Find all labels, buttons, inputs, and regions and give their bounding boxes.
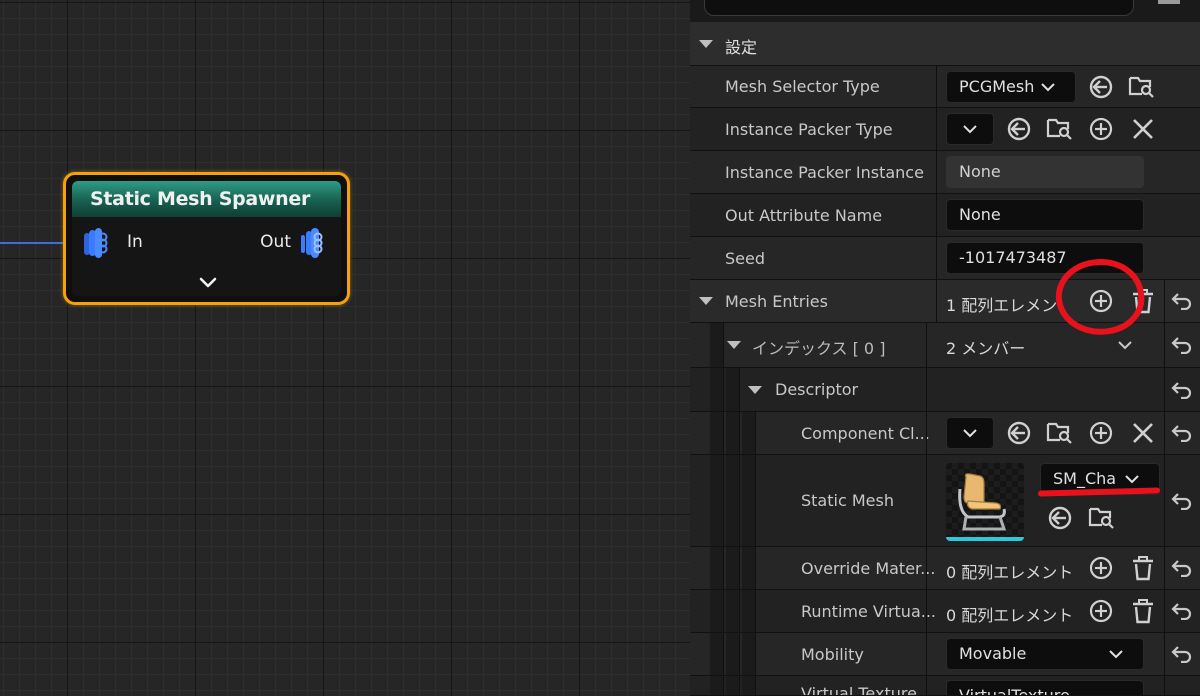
- trash-icon[interactable]: [1130, 598, 1156, 624]
- virtual-texture-value: VirtualTexture: [959, 686, 1070, 696]
- component-class-combo[interactable]: [946, 417, 994, 449]
- mesh-selector-type-value: PCGMesh: [959, 77, 1035, 96]
- runtime-virtual-label: Runtime Virtua...: [801, 602, 937, 621]
- chevron-down-icon: [1125, 475, 1139, 484]
- node-header[interactable]: Static Mesh Spawner: [72, 181, 341, 217]
- browse-folder-icon[interactable]: [1128, 72, 1154, 98]
- add-icon[interactable]: [1088, 116, 1114, 142]
- use-selected-icon[interactable]: [1047, 505, 1073, 531]
- instance-packer-type-combo[interactable]: [946, 113, 994, 145]
- use-selected-icon[interactable]: [1088, 74, 1114, 100]
- override-materials-label: Override Mater...: [801, 559, 936, 578]
- mesh-selector-type-label: Mesh Selector Type: [725, 77, 880, 96]
- reset-arrow-icon[interactable]: [1171, 492, 1193, 510]
- reset-arrow-icon[interactable]: [1171, 292, 1193, 310]
- use-selected-icon[interactable]: [1006, 116, 1032, 142]
- asset-type-bar: [946, 537, 1024, 541]
- reset-arrow-icon[interactable]: [1171, 381, 1193, 399]
- search-input[interactable]: [704, 0, 1134, 16]
- node-title: Static Mesh Spawner: [90, 188, 311, 210]
- out-attribute-name-input[interactable]: None: [946, 199, 1144, 231]
- descriptor-label: Descriptor: [775, 380, 859, 399]
- reset-arrow-icon[interactable]: [1171, 602, 1193, 620]
- row-component-class: Component Cl...: [690, 412, 1200, 455]
- chevron-down-icon[interactable]: [198, 275, 218, 291]
- collapse-triangle-icon[interactable]: [699, 40, 713, 48]
- out-attribute-name-label: Out Attribute Name: [725, 206, 883, 225]
- details-panel: 設定 Mesh Selector Type PCGMesh Instance P…: [690, 0, 1200, 696]
- virtual-texture-label: Virtual Texture: [801, 684, 917, 696]
- add-element-icon[interactable]: [1088, 598, 1114, 624]
- runtime-virtual-count: 0 配列エレメント: [946, 606, 1074, 625]
- mesh-entries-label: Mesh Entries: [725, 292, 828, 311]
- add-icon[interactable]: [1088, 420, 1114, 446]
- instance-packer-type-label: Instance Packer Type: [725, 120, 893, 139]
- browse-folder-icon[interactable]: [1046, 418, 1072, 444]
- reset-arrow-icon[interactable]: [1171, 559, 1193, 577]
- index-0-members: 2 メンバー: [946, 339, 1026, 358]
- section-title: 設定: [725, 38, 758, 57]
- row-virtual-texture: Virtual Texture VirtualTexture: [690, 676, 1200, 696]
- reset-arrow-icon[interactable]: [1171, 336, 1193, 354]
- component-class-label: Component Cl...: [801, 424, 930, 443]
- chair-icon: [958, 473, 1007, 531]
- row-instance-packer-type: Instance Packer Type: [690, 108, 1200, 151]
- mobility-value: Movable: [959, 644, 1027, 663]
- section-settings[interactable]: 設定: [690, 22, 1200, 66]
- instance-packer-instance-label: Instance Packer Instance: [725, 163, 924, 182]
- input-pin-label: In: [127, 232, 143, 252]
- override-materials-count: 0 配列エレメント: [946, 563, 1074, 582]
- search-strip: [690, 0, 1200, 24]
- reset-arrow-icon[interactable]: [1171, 645, 1193, 663]
- row-instance-packer-instance: Instance Packer Instance None: [690, 151, 1200, 194]
- input-pin-icon[interactable]: [82, 227, 110, 259]
- row-mesh-selector-type: Mesh Selector Type PCGMesh: [690, 66, 1200, 108]
- chevron-down-icon: [963, 429, 977, 438]
- mesh-selector-type-combo[interactable]: PCGMesh: [946, 71, 1076, 103]
- index-0-label: インデックス [ 0 ]: [752, 339, 886, 358]
- browse-folder-icon[interactable]: [1088, 503, 1114, 529]
- instance-packer-instance-field: None: [946, 156, 1144, 188]
- clear-icon[interactable]: [1130, 420, 1156, 446]
- virtual-texture-combo[interactable]: VirtualTexture: [946, 680, 1144, 696]
- mobility-label: Mobility: [801, 645, 864, 664]
- trash-icon[interactable]: [1130, 555, 1156, 581]
- seed-label: Seed: [725, 249, 765, 268]
- static-mesh-value: SM_Cha: [1053, 469, 1117, 488]
- chevron-down-icon[interactable]: [1118, 341, 1132, 350]
- add-element-icon[interactable]: [1088, 555, 1114, 581]
- menu-icon[interactable]: [1158, 0, 1180, 4]
- collapse-triangle-icon[interactable]: [699, 297, 713, 305]
- chevron-down-icon: [1109, 650, 1123, 659]
- chevron-down-icon: [1041, 83, 1055, 92]
- row-mobility: Mobility Movable: [690, 633, 1200, 676]
- static-mesh-thumbnail[interactable]: [946, 463, 1024, 541]
- mobility-combo[interactable]: Movable: [946, 638, 1144, 670]
- graph-canvas[interactable]: Static Mesh Spawner In Out: [0, 0, 690, 696]
- collapse-triangle-icon[interactable]: [727, 341, 741, 349]
- static-mesh-spawner-node[interactable]: Static Mesh Spawner In Out: [63, 172, 350, 305]
- browse-folder-icon[interactable]: [1046, 114, 1072, 140]
- collapse-triangle-icon[interactable]: [748, 386, 762, 394]
- output-pin-label: Out: [260, 232, 291, 252]
- clear-icon[interactable]: [1130, 116, 1156, 142]
- row-static-mesh: Static Mesh SM_Cha: [690, 455, 1200, 547]
- row-runtime-virtual: Runtime Virtua... 0 配列エレメント: [690, 590, 1200, 633]
- row-descriptor[interactable]: Descriptor: [690, 368, 1200, 412]
- use-selected-icon[interactable]: [1006, 420, 1032, 446]
- chevron-down-icon: [963, 125, 977, 134]
- output-pin-icon[interactable]: [299, 227, 327, 259]
- row-override-materials: Override Mater... 0 配列エレメント: [690, 547, 1200, 590]
- reset-arrow-icon[interactable]: [1171, 424, 1193, 442]
- static-mesh-label: Static Mesh: [801, 491, 894, 510]
- row-out-attribute-name: Out Attribute Name None: [690, 194, 1200, 237]
